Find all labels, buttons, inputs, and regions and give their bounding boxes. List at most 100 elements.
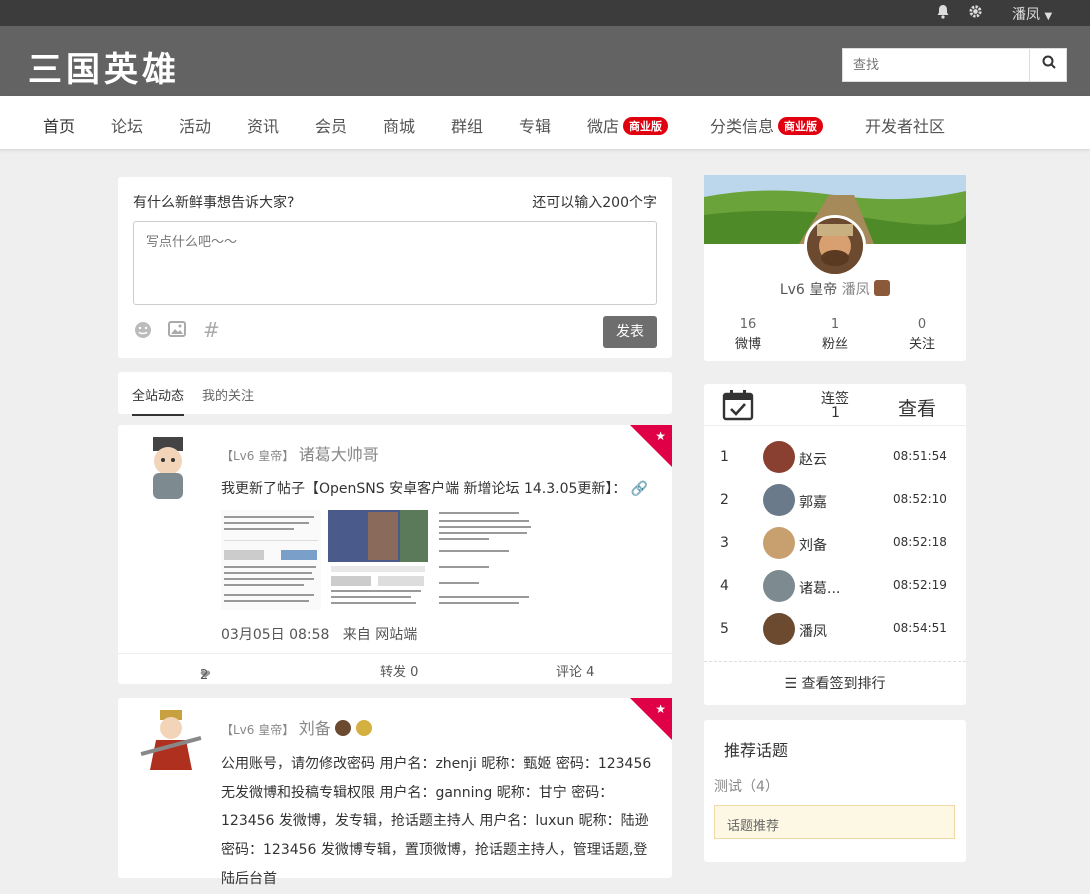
repost-button[interactable]: 转发 0 (380, 661, 418, 680)
search-button[interactable] (1029, 49, 1067, 81)
tab-following[interactable]: 我的关注 (202, 385, 254, 404)
rank-name[interactable]: 郭嘉 (799, 492, 827, 512)
comment-button[interactable]: 评论 4 (556, 661, 594, 680)
thumbnail-image[interactable] (221, 510, 321, 610)
user-level: 【Lv6 皇帝】 (221, 723, 295, 737)
stat-following[interactable]: 0 关注 (882, 315, 962, 355)
topic-hash-icon[interactable]: # (203, 318, 220, 342)
rank-name[interactable]: 刘备 (799, 535, 827, 555)
gear-icon[interactable] (968, 4, 983, 23)
nav-news[interactable]: 资讯 (247, 113, 279, 137)
profile-name[interactable]: 潘凤 (842, 282, 870, 298)
profile-avatar[interactable] (804, 215, 866, 277)
nav-microstore[interactable]: 微店 商业版 (587, 113, 669, 137)
nav-forum[interactable]: 论坛 (111, 113, 143, 137)
rank-row: 4 诸葛... 08:52:19 (704, 565, 966, 608)
feed-header: 【Lv6 皇帝】 刘备 (221, 715, 372, 739)
nav-members[interactable]: 会员 (315, 113, 347, 137)
feed-meta: 03月05日 08:58 来自 网站端 (221, 624, 417, 644)
search-icon (1042, 55, 1056, 69)
avatar[interactable] (138, 708, 204, 774)
composer: 有什么新鲜事想告诉大家? 还可以输入200个字 # 发表 (118, 177, 672, 358)
post-time[interactable]: 03月05日 08:58 (221, 627, 329, 643)
composer-prompt: 有什么新鲜事想告诉大家? (133, 195, 295, 211)
avatar[interactable] (763, 441, 795, 473)
stat-posts[interactable]: 16 微博 (708, 315, 788, 355)
image-gallery (221, 510, 568, 610)
chevron-down-icon: ▼ (1044, 11, 1053, 22)
streak-value: 1 (831, 405, 840, 421)
rank-row: 1 赵云 08:51:54 (704, 436, 966, 479)
rank-number: 4 (720, 578, 729, 594)
nav-microstore-label: 微店 (587, 117, 620, 136)
stat-label: 微博 (734, 337, 761, 352)
rank-time: 08:54:51 (893, 621, 947, 635)
nav-albums[interactable]: 专辑 (519, 113, 551, 137)
like-count: 2 (200, 668, 209, 683)
feed-actions: ❤ 2 转发 0 评论 4 (118, 653, 672, 684)
pin-icon: ★ (655, 429, 666, 443)
nav-groups[interactable]: 群组 (451, 113, 483, 137)
stat-value: 16 (739, 317, 757, 332)
nav-classifieds[interactable]: 分类信息 商业版 (710, 113, 824, 137)
nav-shop[interactable]: 商城 (383, 113, 415, 137)
stat-value: 0 (917, 317, 927, 332)
feed-item: ★ 【Lv6 皇帝】 刘备 公用账号，请勿修改密码 用户名：zhenji 昵称：… (118, 698, 672, 887)
checkin-panel: 连签 1 查看 1 赵云 08:51:54 2 郭嘉 08:52:10 3 刘备… (704, 384, 966, 705)
rank-time: 08:51:54 (893, 449, 947, 463)
image-icon[interactable] (168, 321, 186, 342)
link-icon[interactable]: 🔗 (631, 481, 648, 497)
topics-title: 推荐话题 (724, 741, 789, 760)
author-name[interactable]: 刘备 (299, 719, 331, 738)
rank-name[interactable]: 赵云 (799, 449, 827, 469)
thumbnail-image[interactable] (328, 510, 428, 610)
rank-number: 5 (720, 621, 729, 637)
rank-name[interactable]: 诸葛... (799, 578, 840, 598)
header: 三国英雄 (0, 26, 1090, 96)
bell-icon[interactable] (936, 4, 950, 23)
tab-all[interactable]: 全站动态 (132, 385, 185, 416)
user-level: 【Lv6 皇帝】 (221, 449, 295, 463)
search-input[interactable] (843, 49, 1029, 81)
topic-recommend-box[interactable]: 话题推荐 (714, 805, 955, 839)
commercial-badge: 商业版 (778, 117, 824, 135)
nav-events[interactable]: 活动 (179, 113, 211, 137)
avatar[interactable] (763, 484, 795, 516)
emoji-icon[interactable] (134, 321, 152, 344)
avatar[interactable] (763, 613, 795, 645)
commercial-badge: 商业版 (623, 117, 669, 135)
user-menu[interactable]: 潘凤 ▼ (1012, 4, 1052, 24)
stat-label: 粉丝 (821, 337, 848, 352)
avatar[interactable] (763, 570, 795, 602)
site-logo[interactable]: 三国英雄 (28, 42, 180, 91)
view-rank-link[interactable]: ☰ 查看签到排行 (704, 661, 966, 705)
rank-row: 2 郭嘉 08:52:10 (704, 479, 966, 522)
composer-input[interactable] (133, 221, 657, 305)
feed-text: 公用账号，请勿修改密码 用户名：zhenji 昵称：甄姬 密码：123456 无… (221, 756, 652, 887)
nav-home[interactable]: 首页 (43, 113, 75, 137)
stat-fans[interactable]: 1 粉丝 (795, 315, 875, 355)
rank-time: 08:52:18 (893, 535, 947, 549)
topic-link[interactable]: 测试（4） (714, 776, 779, 796)
feed-text: 我更新了帖子【OpenSNS 安卓客户端 新增论坛 14.3.05更新】： (221, 481, 627, 497)
char-counter: 还可以输入200个字 (532, 195, 657, 211)
nav-developer[interactable]: 开发者社区 (865, 113, 945, 137)
rank-name[interactable]: 潘凤 (799, 621, 827, 641)
medal-icon (355, 720, 372, 736)
pin-icon: ★ (655, 702, 666, 716)
rank-time: 08:52:19 (893, 578, 947, 592)
avatar[interactable] (763, 527, 795, 559)
stat-label: 关注 (908, 337, 935, 352)
avatar[interactable] (145, 435, 191, 501)
publish-button[interactable]: 发表 (603, 316, 657, 348)
rank-number: 2 (720, 492, 729, 508)
post-source: 来自 网站端 (342, 627, 418, 643)
view-button[interactable]: 查看 (898, 394, 936, 421)
thumbnail-image[interactable] (436, 510, 536, 610)
medal-icon (874, 280, 891, 296)
author-name[interactable]: 诸葛大帅哥 (299, 445, 379, 464)
stat-value: 1 (830, 317, 840, 332)
checkin-header: 连签 1 查看 (704, 384, 966, 426)
search-box (842, 48, 1067, 82)
rank-number: 1 (720, 449, 729, 465)
